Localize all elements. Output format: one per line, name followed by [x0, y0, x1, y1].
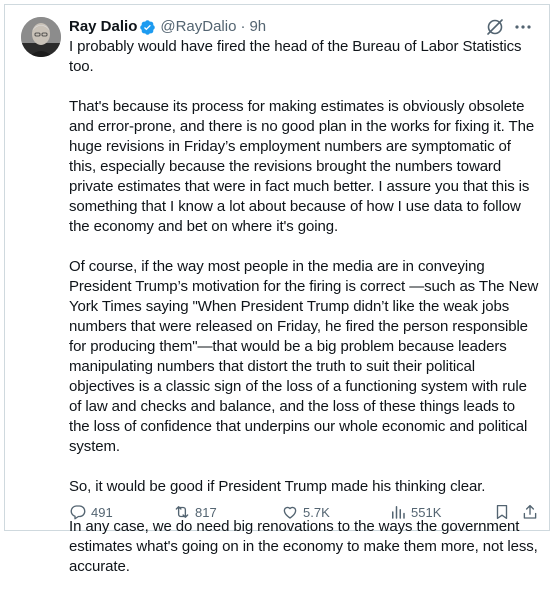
like-icon: [283, 506, 297, 519]
author-handle[interactable]: @RayDalio: [160, 17, 236, 37]
reply-count: 491: [91, 504, 113, 520]
grok-icon[interactable]: [485, 17, 505, 37]
reply-icon: [70, 505, 86, 520]
share-icon: [523, 504, 537, 519]
tweet-paragraph: In any case, we do need big renovations …: [69, 518, 542, 575]
avatar[interactable]: [21, 17, 61, 57]
verified-badge-icon: [139, 19, 156, 36]
like-button[interactable]: 5.7K: [281, 503, 330, 521]
views-icon: [392, 506, 405, 519]
reply-button[interactable]: 491: [69, 503, 113, 521]
tweet-header: Ray Dalio @RayDalio · 9h: [69, 17, 533, 37]
tweet-card[interactable]: Ray Dalio @RayDalio · 9h I probably woul…: [4, 4, 550, 575]
action-bar: 491 817 5.7K 551K: [63, 502, 543, 522]
bookmark-button[interactable]: [493, 503, 511, 521]
separator: ·: [240, 18, 246, 35]
repost-count: 817: [195, 504, 217, 520]
tweet-paragraph: I probably would have fired the head of …: [69, 38, 526, 75]
views-button[interactable]: 551K: [389, 503, 441, 521]
repost-icon: [175, 506, 189, 518]
more-options-icon[interactable]: [513, 17, 533, 37]
tweet-paragraph: Of course, if the way most people in the…: [69, 258, 542, 455]
tweet-time[interactable]: 9h: [249, 17, 266, 37]
like-count: 5.7K: [303, 504, 330, 520]
bookmark-icon: [496, 504, 508, 520]
author-name[interactable]: Ray Dalio: [69, 17, 137, 37]
tweet-paragraph: So, it would be good if President Trump …: [69, 478, 486, 495]
repost-button[interactable]: 817: [173, 503, 217, 521]
views-count: 551K: [411, 504, 442, 520]
share-button[interactable]: [521, 503, 539, 521]
tweet-paragraph: That's because its process for making es…: [69, 98, 539, 235]
